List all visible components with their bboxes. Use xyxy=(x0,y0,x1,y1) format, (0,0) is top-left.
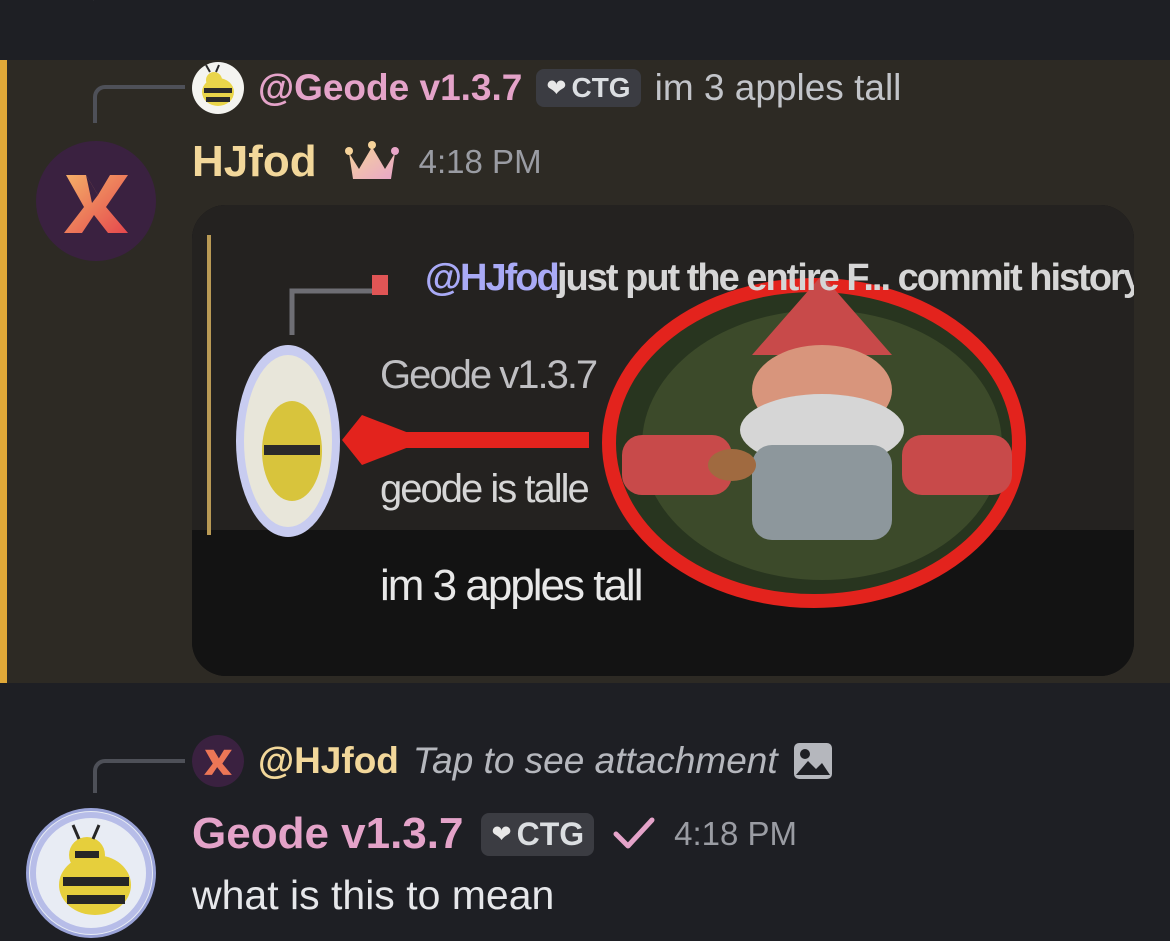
username-geode[interactable]: Geode v1.3.7 xyxy=(192,809,463,859)
attachment-mention: @HJfod xyxy=(425,257,560,299)
heart-icon: ❤ xyxy=(491,820,512,848)
hjfod-avatar[interactable] xyxy=(36,141,156,261)
reply-preview[interactable]: @Geode v1.3.7 ❤ CTG im 3 apples tall xyxy=(192,60,901,116)
bee-icon xyxy=(30,812,152,934)
bee-icon xyxy=(202,64,234,106)
reply-connector xyxy=(93,85,185,123)
hjfod-logo-icon xyxy=(204,749,232,775)
message-text: what is this to mean xyxy=(192,872,555,918)
timestamp-2: 4:18 PM xyxy=(674,815,798,852)
checkmark-icon xyxy=(613,817,655,849)
message-header-hjfod: HJfod 4:18 PM xyxy=(192,134,542,190)
attachment-line3: im 3 apples tall xyxy=(380,561,643,610)
mention-highlight-bar xyxy=(0,60,7,683)
reply-preview-2[interactable]: @HJfod Tap to see attachment xyxy=(192,733,834,789)
hjfod-logo-icon xyxy=(64,175,128,233)
ctg-tag: ❤ CTG xyxy=(536,69,641,107)
reply-mention-2[interactable]: @HJfod xyxy=(258,740,399,782)
image-icon xyxy=(793,743,832,779)
username-hjfod[interactable]: HJfod xyxy=(192,137,317,187)
ctg-tag-2: ❤ CTG xyxy=(481,812,595,856)
hjfod-mini-avatar xyxy=(192,735,244,787)
attachment-name: Geode v1.3.7 xyxy=(380,353,598,397)
message-header-geode: Geode v1.3.7 ❤ CTG 4:18 PM xyxy=(192,806,797,862)
tag-label: CTG xyxy=(571,72,631,103)
crown-icon xyxy=(344,141,399,179)
avatar-remnant-icon xyxy=(93,0,95,1)
geode-mini-avatar xyxy=(192,62,244,114)
reply-mention[interactable]: @Geode v1.3.7 xyxy=(258,67,522,109)
previous-message-remnant xyxy=(0,0,1170,60)
reply-attachment-text[interactable]: Tap to see attachment xyxy=(413,740,778,782)
attachment-line2: geode is talle xyxy=(380,467,590,511)
image-attachment[interactable]: @HJfod just put the entire F... commit h… xyxy=(192,205,1134,676)
attachment-line1: just put the entire F... commit history … xyxy=(557,257,1134,299)
heart-icon: ❤ xyxy=(546,74,567,102)
reply-text: im 3 apples tall xyxy=(654,67,902,108)
timestamp: 4:18 PM xyxy=(418,143,542,180)
geode-avatar[interactable] xyxy=(26,808,156,938)
tag-label-2: CTG xyxy=(516,815,585,852)
reply-connector-2 xyxy=(93,759,185,793)
